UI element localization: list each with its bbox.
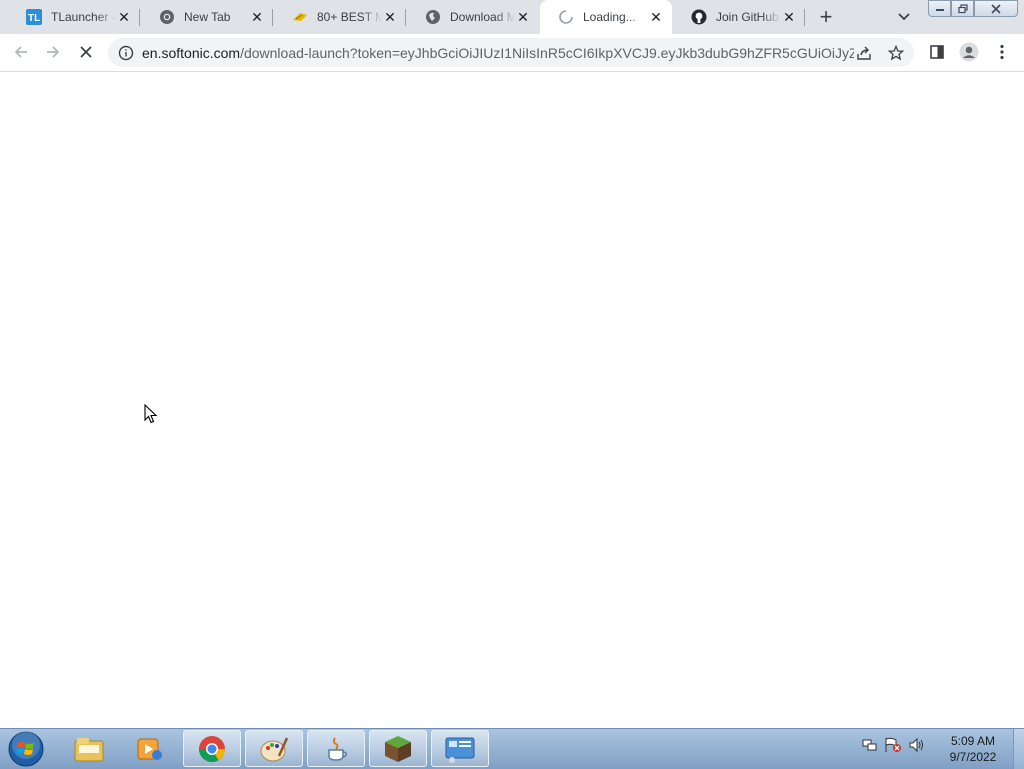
clock-date: 9/7/2022: [949, 750, 997, 764]
network-icon[interactable]: [862, 737, 878, 758]
taskbar-minecraft[interactable]: [369, 730, 427, 767]
tab-separator: [405, 9, 406, 26]
address-bar[interactable]: en.softonic.com/download-launch?token=ey…: [108, 38, 914, 67]
forward-button[interactable]: [41, 40, 65, 64]
profile-icon: [959, 42, 979, 62]
close-window-button[interactable]: [974, 0, 1018, 17]
action-center-flag-icon[interactable]: [884, 737, 902, 758]
chrome-icon: [159, 9, 175, 25]
mods-icon: [292, 9, 308, 25]
site-info-icon[interactable]: [118, 45, 134, 61]
control-panel-icon: [445, 737, 475, 763]
windows-explorer-icon: [74, 737, 104, 761]
window-controls: [928, 0, 1020, 17]
tab-new-tab[interactable]: New Tab ✕: [141, 0, 273, 34]
new-tab-button[interactable]: +: [814, 4, 838, 29]
minimize-icon: [935, 8, 944, 11]
svg-text:TL: TL: [28, 13, 40, 24]
close-tab-icon[interactable]: ✕: [515, 9, 531, 25]
taskbar-control-panel[interactable]: [431, 730, 489, 767]
plus-icon: +: [819, 4, 833, 29]
tab-separator: [139, 9, 140, 26]
close-tab-icon[interactable]: ✕: [648, 9, 664, 25]
close-tab-icon[interactable]: ✕: [249, 9, 265, 25]
stop-loading-icon: [80, 46, 92, 58]
close-tab-icon[interactable]: ✕: [116, 9, 132, 25]
windows-start-icon: [8, 731, 44, 767]
forward-icon: [47, 46, 60, 58]
back-button[interactable]: [9, 40, 33, 64]
close-icon: [991, 3, 1001, 14]
restore-icon: [957, 3, 968, 13]
tab-separator: [272, 9, 273, 26]
windows-taskbar: 5:09 AM 9/7/2022: [0, 728, 1024, 769]
url-host: en.softonic.com: [142, 44, 241, 61]
tab-title: New Tab: [184, 10, 231, 24]
tab-best-mods[interactable]: 80+ BEST Mi ✕: [274, 0, 406, 34]
tlauncher-icon: TL: [26, 9, 42, 25]
tab-download[interactable]: Download M ✕: [407, 0, 539, 34]
volume-icon[interactable]: [908, 737, 926, 758]
browser-toolbar: en.softonic.com/download-launch?token=ey…: [0, 34, 1024, 72]
tab-loading-active[interactable]: Loading... ✕: [540, 0, 672, 34]
tab-search-button[interactable]: [893, 6, 915, 28]
tab-strip: TL TLauncher — ✕ New Tab ✕ 80+ BEST Mi ✕…: [0, 0, 1024, 34]
share-icon[interactable]: [854, 43, 874, 63]
paint-icon: [260, 736, 289, 761]
menu-button[interactable]: [990, 40, 1014, 64]
bookmark-star-icon[interactable]: [886, 43, 906, 63]
tab-title: Loading...: [583, 10, 636, 24]
chevron-down-icon: [898, 13, 910, 21]
tab-title: TLauncher —: [51, 10, 116, 24]
media-player-icon: [137, 738, 162, 760]
tab-join-github[interactable]: Join GitHub ✕: [673, 0, 805, 34]
clock-time: 5:09 AM: [950, 734, 996, 748]
system-tray: [862, 737, 926, 758]
mouse-cursor-icon: [144, 404, 158, 424]
taskbar-media-player[interactable]: [120, 730, 178, 767]
close-tab-icon[interactable]: ✕: [382, 9, 398, 25]
tab-title: Download M: [450, 10, 515, 24]
taskbar-windows-explorer[interactable]: [60, 730, 118, 767]
minecraft-icon: [385, 735, 411, 762]
tab-separator: [804, 9, 805, 26]
tab-title: Join GitHub: [716, 10, 779, 24]
url-text: en.softonic.com/download-launch?token=ey…: [142, 45, 854, 61]
side-panel-icon: [930, 45, 944, 59]
show-desktop-button[interactable]: [1013, 729, 1024, 769]
url-path: /download-launch?token=eyJhbGciOiJIUzI1N…: [240, 44, 854, 61]
tab-tlauncher[interactable]: TL TLauncher — ✕: [8, 0, 140, 34]
menu-icon: [1000, 44, 1004, 60]
chrome-icon: [198, 735, 226, 762]
profile-button[interactable]: [957, 40, 981, 64]
taskbar-java[interactable]: [307, 730, 365, 767]
minimize-button[interactable]: [928, 0, 951, 17]
page-content-blank: [0, 72, 1024, 728]
restore-button[interactable]: [951, 0, 974, 17]
github-icon: [691, 9, 707, 25]
tab-title: 80+ BEST Mi: [317, 10, 382, 24]
side-panel-button[interactable]: [925, 40, 949, 64]
globe-icon: [425, 9, 441, 25]
taskbar-clock[interactable]: 5:09 AM 9/7/2022: [938, 733, 1008, 765]
taskbar-paint[interactable]: [245, 730, 303, 767]
stop-loading-button[interactable]: [74, 40, 98, 64]
java-icon: [328, 736, 347, 761]
close-tab-icon[interactable]: ✕: [781, 9, 797, 25]
start-button[interactable]: [6, 731, 46, 767]
taskbar-chrome[interactable]: [183, 730, 241, 767]
back-icon: [14, 46, 27, 58]
loading-spinner-icon: [558, 9, 574, 25]
